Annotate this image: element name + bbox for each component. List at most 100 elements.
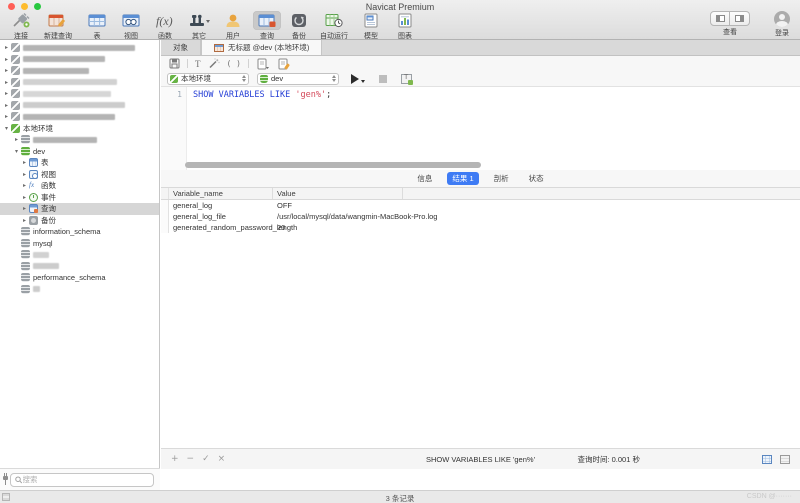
tree-folder-backups[interactable]: ▸备份 [0, 215, 159, 227]
code-snippet-button[interactable]: ( ) [227, 59, 241, 68]
tree-connection-redacted[interactable]: ▸ [0, 42, 159, 54]
disclosure-icon[interactable]: ▸ [2, 67, 11, 74]
form-view-button[interactable] [780, 455, 790, 464]
grid-row[interactable]: general_log_file /usr/local/mysql/data/w… [161, 211, 800, 222]
cell-value[interactable]: /usr/local/mysql/data/wangmin-MacBook-Pr… [273, 211, 403, 222]
toggle-right-pane-button[interactable] [730, 11, 750, 26]
row-marker[interactable] [161, 222, 169, 233]
table-icon [83, 11, 111, 30]
tree-connection-redacted[interactable]: ▸ [0, 100, 159, 112]
search-input[interactable] [23, 475, 149, 484]
text-format-button[interactable]: T [195, 59, 201, 69]
disclosure-icon[interactable]: ▾ [2, 125, 11, 132]
connection-select[interactable]: 本地环境 [167, 73, 249, 85]
toolbar-backup-button[interactable]: 备份 [284, 11, 314, 41]
grid-view-button[interactable] [762, 455, 772, 464]
disclosure-icon[interactable]: ▸ [20, 171, 29, 178]
tab-profile[interactable]: 剖析 [489, 172, 514, 185]
sidebar-search-box [10, 473, 154, 487]
run-query-button[interactable] [351, 74, 365, 84]
row-marker[interactable] [161, 211, 169, 222]
export-result-button[interactable] [256, 58, 270, 70]
toolbar-others-button[interactable]: 其它 [182, 11, 216, 41]
toolbar-function-button[interactable]: f(x) 函数 [148, 11, 182, 41]
row-marker[interactable] [161, 200, 169, 211]
user-icon [220, 11, 246, 30]
scrollbar-thumb[interactable] [185, 162, 481, 168]
sql-code-line[interactable]: SHOW VARIABLES LIKE 'gen%'; [187, 87, 331, 170]
cell-value[interactable]: OFF [273, 200, 403, 211]
tree-connection-redacted[interactable]: ▸ [0, 54, 159, 66]
cell-variable-name[interactable]: general_log_file [169, 211, 273, 222]
toolbar-charts-button[interactable]: 图表 [388, 11, 422, 41]
tree-connection-redacted[interactable]: ▸ [0, 88, 159, 100]
disclosure-icon[interactable]: ▸ [20, 217, 29, 224]
disclosure-icon[interactable]: ▾ [12, 148, 21, 155]
tab-info[interactable]: 信息 [412, 172, 437, 185]
tree-database-performance-schema[interactable]: performance_schema [0, 272, 159, 284]
disclosure-icon[interactable]: ▸ [2, 113, 11, 120]
login-avatar-icon[interactable] [774, 11, 790, 27]
column-header-variable-name[interactable]: Variable_name [169, 188, 273, 199]
stop-query-button[interactable] [379, 75, 387, 83]
editor-horizontal-scrollbar[interactable] [161, 161, 800, 169]
save-button[interactable] [169, 58, 180, 69]
run-options-caret-icon [361, 80, 365, 83]
disclosure-icon[interactable]: ▸ [2, 90, 11, 97]
disclosure-icon[interactable]: ▸ [2, 56, 11, 63]
toolbar-query-button[interactable]: 查询 [250, 11, 284, 41]
disclosure-icon[interactable]: ▸ [2, 44, 11, 51]
cell-variable-name[interactable]: general_log [169, 200, 273, 211]
tree-database-redacted[interactable]: ▸ [0, 134, 159, 146]
disclosure-icon[interactable]: ▸ [12, 136, 21, 143]
tree-connection-redacted[interactable]: ▸ [0, 111, 159, 123]
query-time-label: 查询时间: 0.001 秒 [577, 454, 640, 465]
toggle-left-pane-button[interactable] [710, 11, 730, 26]
query-builder-button[interactable] [277, 58, 291, 70]
toolbar-view-button[interactable]: 视图 [114, 11, 148, 41]
tree-database-information-schema[interactable]: information_schema [0, 226, 159, 238]
tab-untitled-query[interactable]: 无标题 @dev (本地环境) [201, 40, 322, 55]
cell-value[interactable]: 20 [273, 222, 403, 233]
tree-folder-events[interactable]: ▸事件 [0, 192, 159, 204]
disclosure-icon[interactable]: ▸ [20, 159, 29, 166]
beautify-sql-button[interactable] [208, 58, 220, 69]
tree-database-redacted[interactable] [0, 249, 159, 261]
toolbar-connect-button[interactable]: 连接 [6, 11, 36, 41]
disclosure-icon[interactable]: ▸ [20, 205, 29, 212]
tree-database-redacted[interactable] [0, 284, 159, 296]
tree-folder-functions[interactable]: ▸fx函数 [0, 180, 159, 192]
tree-folder-views[interactable]: ▸视图 [0, 169, 159, 181]
toolbar-model-button[interactable]: 模型 [354, 11, 388, 41]
tab-objects[interactable]: 对象 [161, 40, 201, 55]
function-icon: f(x) [150, 11, 180, 30]
column-header-value[interactable]: Value [273, 188, 403, 199]
grid-row[interactable]: generated_random_password_length 20 [161, 222, 800, 233]
disclosure-icon[interactable]: ▸ [20, 194, 29, 201]
tree-folder-tables[interactable]: ▸表 [0, 157, 159, 169]
cell-variable-name[interactable]: generated_random_password_length [169, 222, 273, 233]
tree-database-mysql[interactable]: mysql [0, 238, 159, 250]
disclosure-icon[interactable]: ▸ [20, 182, 29, 189]
toolbar-table-button[interactable]: 表 [80, 11, 114, 41]
tree-connection-redacted[interactable]: ▸ [0, 77, 159, 89]
connection-status-icon [0, 473, 10, 486]
tree-connection-local[interactable]: ▾本地环境 [0, 123, 159, 135]
tab-status[interactable]: 状态 [524, 172, 549, 185]
right-pane-icon [735, 15, 744, 22]
save-icon [169, 58, 180, 69]
tab-result-1[interactable]: 结果 1 [447, 172, 478, 185]
sql-editor[interactable]: 1 SHOW VARIABLES LIKE 'gen%'; [161, 87, 800, 170]
tree-folder-queries[interactable]: ▸查询 [0, 203, 159, 215]
disclosure-icon[interactable]: ▸ [2, 102, 11, 109]
toolbar-automation-button[interactable]: 自动运行 [314, 11, 354, 41]
toolbar-user-button[interactable]: 用户 [216, 11, 250, 41]
tree-database-dev[interactable]: ▾dev [0, 146, 159, 158]
grid-row[interactable]: general_log OFF [161, 200, 800, 211]
tree-connection-redacted[interactable]: ▸ [0, 65, 159, 77]
tree-database-redacted[interactable] [0, 261, 159, 273]
disclosure-icon[interactable]: ▸ [2, 79, 11, 86]
toolbar-new-query-button[interactable]: 新建查询 [36, 11, 80, 41]
explain-button[interactable] [401, 74, 412, 84]
database-select[interactable]: dev [257, 73, 339, 85]
